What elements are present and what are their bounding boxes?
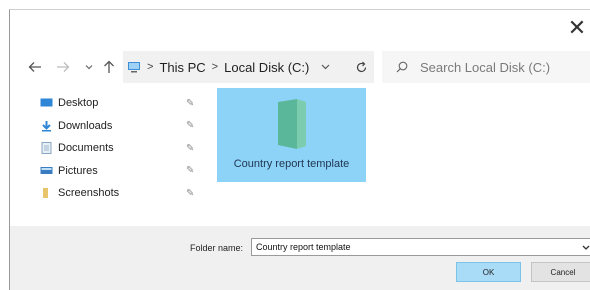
ok-button[interactable]: OK bbox=[456, 262, 521, 282]
search-icon bbox=[396, 61, 408, 73]
pictures-icon bbox=[40, 166, 53, 174]
chevron-down-icon bbox=[85, 65, 93, 70]
refresh-button[interactable] bbox=[348, 51, 374, 83]
folder-item-label: Country report template bbox=[233, 158, 350, 170]
sidebar-item-label: Screenshots bbox=[58, 187, 120, 200]
recent-locations-button[interactable] bbox=[78, 56, 100, 78]
documents-icon bbox=[41, 142, 52, 155]
pin-icon: ✎ bbox=[186, 97, 195, 109]
folder-icon bbox=[43, 188, 48, 199]
folder-item[interactable]: Country report template bbox=[217, 88, 366, 182]
sidebar-item-screenshots[interactable]: Screenshots ✎ bbox=[10, 182, 210, 205]
breadcrumb-separator-icon: > bbox=[147, 61, 154, 73]
up-button[interactable] bbox=[98, 56, 120, 78]
sidebar-item-label: Downloads bbox=[58, 119, 113, 132]
breadcrumb-separator-icon: > bbox=[211, 61, 219, 73]
this-pc-icon bbox=[128, 62, 140, 73]
folder-name-input[interactable]: Country report template bbox=[251, 238, 590, 256]
pin-icon: ✎ bbox=[186, 165, 195, 177]
sidebar-item-documents[interactable]: Documents ✎ bbox=[10, 137, 210, 160]
navigation-bar: > This PC > Local Disk (C:) Search Local… bbox=[10, 44, 590, 90]
select-folder-dialog: ✕ > This PC > Local Disk (C:) Search Loc… bbox=[9, 9, 590, 290]
sidebar-item-label: Pictures bbox=[58, 164, 98, 177]
search-box[interactable]: Search Local Disk (C:) bbox=[382, 51, 590, 83]
download-icon bbox=[42, 120, 51, 132]
back-button[interactable] bbox=[24, 56, 46, 78]
pin-icon: ✎ bbox=[186, 142, 195, 154]
arrow-right-icon bbox=[57, 62, 70, 72]
breadcrumb-local-disk[interactable]: Local Disk (C:) bbox=[224, 60, 309, 75]
quick-access-sidebar: Desktop ✎ Downloads ✎ Documents ✎ Pictur… bbox=[10, 92, 210, 205]
refresh-icon bbox=[356, 61, 366, 72]
close-button[interactable]: ✕ bbox=[564, 15, 590, 41]
arrow-left-icon bbox=[28, 62, 41, 72]
sidebar-item-downloads[interactable]: Downloads ✎ bbox=[10, 115, 210, 138]
sidebar-item-label: Documents bbox=[58, 142, 114, 155]
chevron-down-icon[interactable] bbox=[582, 243, 590, 252]
sidebar-item-pictures[interactable]: Pictures ✎ bbox=[10, 160, 210, 183]
sidebar-item-label: Desktop bbox=[58, 97, 99, 110]
folder-icon bbox=[277, 99, 306, 149]
close-icon: ✕ bbox=[567, 15, 587, 40]
pin-icon: ✎ bbox=[186, 120, 195, 132]
desktop-icon bbox=[40, 98, 53, 107]
cancel-button[interactable]: Cancel bbox=[531, 262, 590, 282]
pin-icon: ✎ bbox=[186, 187, 195, 199]
breadcrumb-this-pc[interactable]: This PC bbox=[159, 60, 205, 75]
folder-name-value: Country report template bbox=[256, 242, 351, 252]
sidebar-item-desktop[interactable]: Desktop ✎ bbox=[10, 92, 210, 115]
search-placeholder: Search Local Disk (C:) bbox=[420, 59, 551, 75]
address-bar[interactable]: > This PC > Local Disk (C:) bbox=[123, 51, 374, 83]
forward-button[interactable] bbox=[52, 56, 74, 78]
address-dropdown-icon[interactable] bbox=[321, 62, 330, 73]
dialog-footer: Folder name: Country report template OK … bbox=[10, 226, 590, 290]
arrow-up-icon bbox=[104, 60, 114, 73]
folder-name-label: Folder name: bbox=[190, 243, 244, 253]
